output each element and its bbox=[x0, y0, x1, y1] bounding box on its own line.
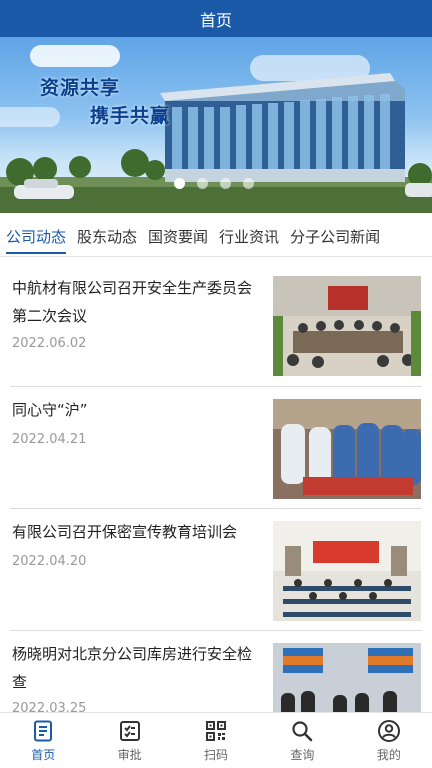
nav-label: 我的 bbox=[376, 747, 401, 762]
tab-shareholder-news[interactable]: 股东动态 bbox=[77, 222, 137, 256]
news-title: 有限公司召开保密宣传教育培训会 bbox=[12, 523, 238, 541]
news-category-tabs: 公司动态 股东动态 国资要闻 行业资讯 分子公司新闻 bbox=[0, 222, 432, 256]
news-date: 2022.06.02 bbox=[12, 336, 87, 351]
news-thumbnail bbox=[273, 399, 421, 499]
approval-icon bbox=[119, 720, 140, 741]
nav-item-profile[interactable]: 我的 bbox=[346, 713, 432, 768]
tabs-divider bbox=[0, 256, 432, 257]
tab-subsidiary-news[interactable]: 分子公司新闻 bbox=[290, 222, 380, 256]
nav-item-approval[interactable]: 审批 bbox=[86, 713, 172, 768]
page-title: 首页 bbox=[199, 10, 232, 30]
news-thumbnail bbox=[273, 276, 421, 376]
news-list: 中航材有限公司召开安全生产委员会第二次会议 2022.06.02 同心守“沪” … bbox=[0, 262, 432, 712]
news-title: 杨晓明对北京分公司库房进行安全检查 bbox=[12, 645, 253, 691]
carousel-dot[interactable] bbox=[174, 178, 185, 189]
nav-item-scan[interactable]: 扫码 bbox=[173, 713, 259, 768]
carousel-indicator bbox=[174, 178, 254, 189]
news-thumbnail bbox=[273, 521, 421, 621]
news-item[interactable]: 杨晓明对北京分公司库房进行安全检查 2022.03.25 bbox=[0, 630, 432, 712]
bottom-navigation: 首页 审批 扫码 查询 我的 bbox=[0, 712, 432, 768]
nav-label: 审批 bbox=[117, 747, 142, 762]
carousel-dot[interactable] bbox=[220, 178, 231, 189]
search-icon bbox=[292, 720, 313, 741]
tab-company-news[interactable]: 公司动态 bbox=[6, 222, 67, 256]
news-date: 2022.04.20 bbox=[12, 554, 87, 569]
top-bar: 首页 bbox=[0, 0, 432, 37]
banner-slogan-line2: 携手共赢 bbox=[90, 105, 171, 127]
banner-slogan-line1: 资源共享 bbox=[40, 77, 121, 99]
news-item[interactable]: 中航材有限公司召开安全生产委员会第二次会议 2022.06.02 bbox=[0, 262, 432, 384]
news-date: 2022.03.25 bbox=[12, 701, 87, 712]
news-title: 同心守“沪” bbox=[12, 401, 88, 419]
user-icon bbox=[377, 719, 400, 742]
app-screen: 首页 资源共享 携手共赢 公司动态 股东动态 国资要闻 行业资讯 分子公司新闻 … bbox=[0, 0, 432, 768]
news-item[interactable]: 同心守“沪” 2022.04.21 bbox=[0, 386, 432, 508]
news-item[interactable]: 有限公司召开保密宣传教育培训会 2022.04.20 bbox=[0, 508, 432, 630]
news-date: 2022.04.21 bbox=[12, 432, 87, 447]
nav-label: 首页 bbox=[31, 747, 56, 762]
news-thumbnail bbox=[273, 643, 421, 712]
tab-industry-news[interactable]: 行业资讯 bbox=[219, 222, 279, 256]
nav-item-home[interactable]: 首页 bbox=[0, 713, 86, 768]
nav-item-query[interactable]: 查询 bbox=[259, 713, 345, 768]
tab-state-assets-news[interactable]: 国资要闻 bbox=[148, 222, 208, 256]
news-icon bbox=[34, 720, 53, 741]
carousel-dot[interactable] bbox=[197, 178, 208, 189]
nav-label: 查询 bbox=[290, 747, 315, 762]
news-title: 中航材有限公司召开安全生产委员会第二次会议 bbox=[12, 279, 253, 325]
nav-label: 扫码 bbox=[204, 747, 229, 762]
carousel-dot[interactable] bbox=[243, 178, 254, 189]
banner-carousel[interactable]: 资源共享 携手共赢 bbox=[0, 37, 432, 213]
qr-code-icon bbox=[206, 720, 227, 741]
